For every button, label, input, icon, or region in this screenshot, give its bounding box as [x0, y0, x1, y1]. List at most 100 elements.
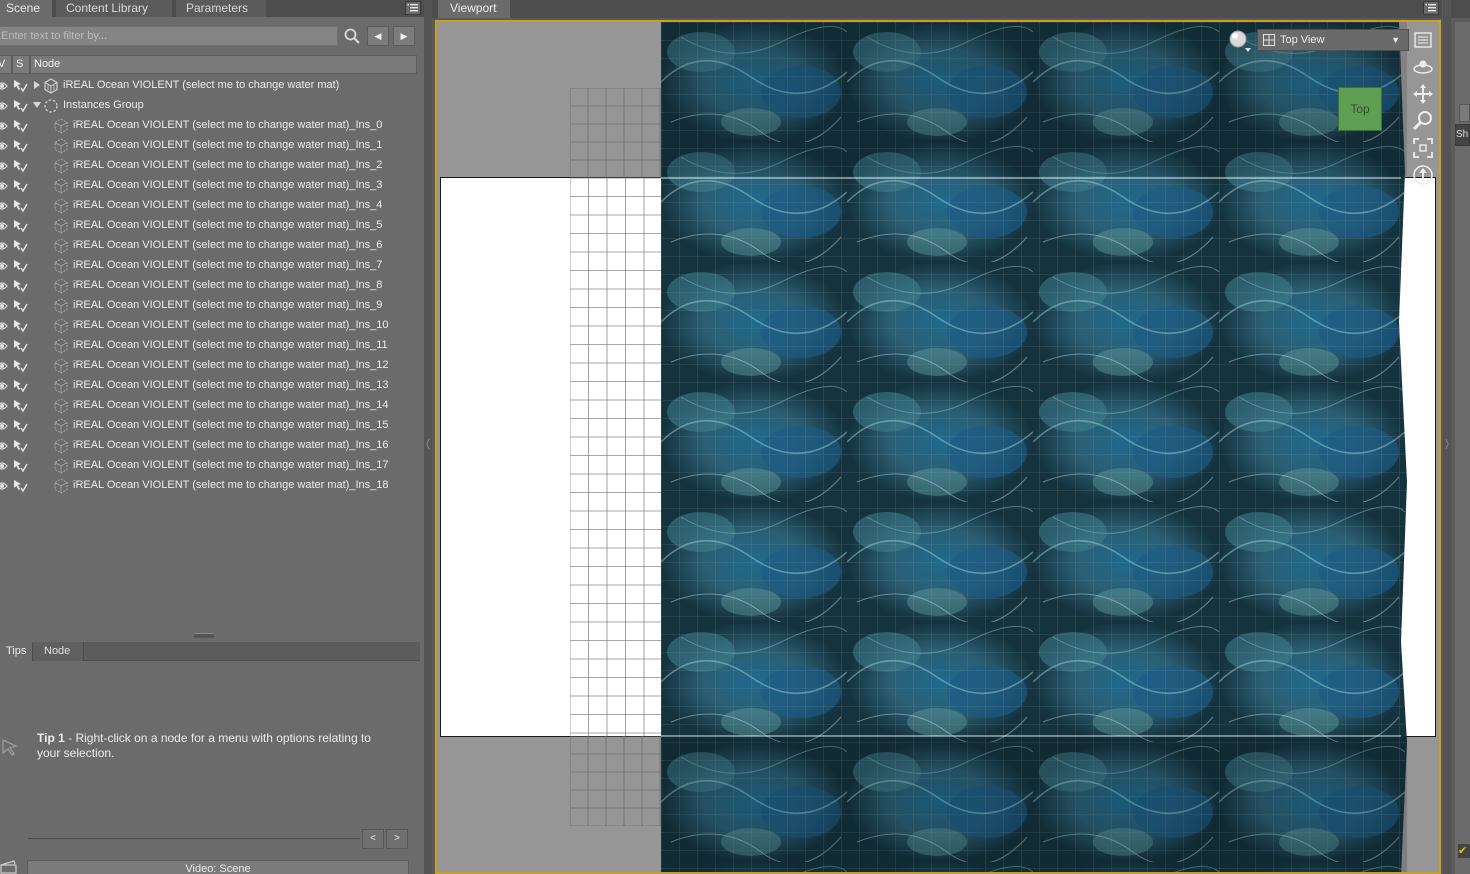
prev-tip-button[interactable]: < — [362, 829, 384, 849]
selectable-pointer-icon[interactable] — [12, 419, 28, 433]
tree-row[interactable]: iREAL Ocean VIOLENT (select me to change… — [0, 396, 420, 416]
visibility-eye-icon[interactable] — [0, 280, 8, 292]
viewport-canvas[interactable]: Top View ▼ Top — [435, 20, 1441, 874]
tree-row[interactable]: iREAL Ocean VIOLENT (select me to change… — [0, 256, 420, 276]
filter-input[interactable] — [0, 26, 338, 46]
splitter-handle[interactable] — [194, 633, 214, 638]
tree-row[interactable]: iREAL Ocean VIOLENT (select me to change… — [0, 416, 420, 436]
selectable-pointer-icon[interactable] — [12, 459, 28, 473]
selectable-pointer-icon[interactable] — [12, 299, 28, 313]
tab-scene[interactable]: Scene — [0, 0, 52, 17]
selectable-pointer-icon[interactable] — [12, 179, 28, 193]
visibility-eye-icon[interactable] — [0, 420, 8, 432]
visibility-eye-icon[interactable] — [0, 200, 8, 212]
orbit-icon[interactable] — [1411, 55, 1435, 79]
visibility-eye-icon[interactable] — [0, 180, 8, 192]
tree-row[interactable]: iREAL Ocean VIOLENT (select me to change… — [0, 296, 420, 316]
visibility-eye-icon[interactable] — [0, 340, 8, 352]
view-mode-dropdown[interactable]: Top View ▼ — [1257, 29, 1409, 51]
visibility-eye-icon[interactable] — [0, 440, 8, 452]
right-pane-show-button[interactable]: Sh — [1455, 124, 1470, 146]
visibility-eye-icon[interactable] — [0, 360, 8, 372]
tab-viewport[interactable]: Viewport — [438, 0, 511, 18]
visibility-eye-icon[interactable] — [0, 320, 8, 332]
pan-icon[interactable] — [1411, 82, 1435, 106]
tree-row[interactable]: iREAL Ocean VIOLENT (select me to change… — [0, 316, 420, 336]
visibility-eye-icon[interactable] — [0, 120, 8, 132]
search-icon[interactable] — [343, 27, 361, 45]
expanded-arrow-icon[interactable] — [33, 101, 41, 109]
selectable-pointer-icon[interactable] — [12, 319, 28, 333]
tree-row[interactable]: iREAL Ocean VIOLENT (select me to change… — [0, 276, 420, 296]
video-scene-bar[interactable]: Video: Scene — [27, 860, 409, 874]
visibility-eye-icon[interactable] — [0, 460, 8, 472]
viewport-options-icon[interactable] — [1411, 28, 1435, 52]
next-tip-button[interactable]: > — [386, 829, 408, 849]
selectable-pointer-icon[interactable] — [12, 219, 28, 233]
tree-row[interactable]: iREAL Ocean VIOLENT (select me to change… — [0, 376, 420, 396]
navigation-cube[interactable]: Top — [1338, 87, 1382, 131]
collapse-right-icon[interactable] — [1445, 437, 1449, 451]
back-button[interactable]: ◀ — [367, 26, 389, 46]
tab-tips[interactable]: Tips — [0, 642, 33, 661]
frame-selection-icon[interactable] — [1411, 136, 1435, 160]
selectable-pointer-icon[interactable] — [12, 279, 28, 293]
tree-row[interactable]: iREAL Ocean VIOLENT (select me to change… — [0, 456, 420, 476]
collapse-left-icon[interactable] — [426, 437, 430, 451]
selectable-pointer-icon[interactable] — [12, 159, 28, 173]
selectable-pointer-icon[interactable] — [12, 199, 28, 213]
selectable-pointer-icon[interactable] — [12, 479, 28, 493]
tree-row[interactable]: iREAL Ocean VIOLENT (select me to change… — [0, 336, 420, 356]
tree-row[interactable]: iREAL Ocean VIOLENT (select me to change… — [0, 356, 420, 376]
draw-style-sphere-icon[interactable] — [1227, 28, 1253, 54]
tree-row[interactable]: iREAL Ocean VIOLENT (select me to change… — [0, 136, 420, 156]
selectable-pointer-icon[interactable] — [12, 379, 28, 393]
tab-node[interactable]: Node — [34, 642, 84, 661]
visibility-eye-icon[interactable] — [0, 260, 8, 272]
clapper-icon[interactable] — [0, 860, 18, 874]
collapsed-arrow-icon[interactable] — [33, 81, 41, 89]
selectable-pointer-icon[interactable] — [12, 439, 28, 453]
tree-row[interactable]: iREAL Ocean VIOLENT (select me to change… — [0, 196, 420, 216]
tree-row[interactable]: iREAL Ocean VIOLENT (select me to change… — [0, 156, 420, 176]
right-pane-button[interactable] — [1459, 104, 1470, 122]
selectable-pointer-icon[interactable] — [12, 399, 28, 413]
visibility-eye-icon[interactable] — [0, 380, 8, 392]
pane-menu-icon[interactable] — [405, 1, 421, 15]
right-pane-divider[interactable] — [1443, 0, 1451, 874]
viewport-menu-icon[interactable] — [1423, 1, 1439, 15]
visibility-eye-icon[interactable] — [0, 240, 8, 252]
selectable-pointer-icon[interactable] — [12, 339, 28, 353]
zoom-icon[interactable] — [1411, 109, 1435, 133]
left-pane-divider[interactable] — [424, 0, 432, 874]
tree-row[interactable]: iREAL Ocean VIOLENT (select me to change… — [0, 76, 420, 96]
tree-row[interactable]: iREAL Ocean VIOLENT (select me to change… — [0, 476, 420, 496]
column-selectable[interactable]: S — [12, 55, 30, 74]
selectable-pointer-icon[interactable] — [12, 119, 28, 133]
tree-row[interactable]: iREAL Ocean VIOLENT (select me to change… — [0, 176, 420, 196]
visibility-eye-icon[interactable] — [0, 160, 8, 172]
tab-parameters[interactable]: Parameters — [176, 0, 266, 17]
selectable-pointer-icon[interactable] — [12, 139, 28, 153]
right-pane-checkbox[interactable]: ✔ — [1458, 844, 1470, 858]
selectable-pointer-icon[interactable] — [12, 239, 28, 253]
selectable-pointer-icon[interactable] — [12, 359, 28, 373]
reset-view-icon[interactable] — [1411, 163, 1435, 187]
visibility-eye-icon[interactable] — [0, 80, 8, 92]
selectable-pointer-icon[interactable] — [12, 259, 28, 273]
tree-row[interactable]: Instances Group — [0, 96, 420, 116]
visibility-eye-icon[interactable] — [0, 100, 8, 112]
visibility-eye-icon[interactable] — [0, 480, 8, 492]
column-visibility[interactable]: V — [0, 55, 12, 74]
selectable-pointer-icon[interactable] — [12, 99, 28, 113]
forward-button[interactable]: ▶ — [393, 26, 415, 46]
tree-row[interactable]: iREAL Ocean VIOLENT (select me to change… — [0, 116, 420, 136]
column-node[interactable]: Node — [30, 55, 417, 74]
tree-row[interactable]: iREAL Ocean VIOLENT (select me to change… — [0, 236, 420, 256]
tree-row[interactable]: iREAL Ocean VIOLENT (select me to change… — [0, 216, 420, 236]
visibility-eye-icon[interactable] — [0, 140, 8, 152]
selectable-pointer-icon[interactable] — [12, 79, 28, 93]
visibility-eye-icon[interactable] — [0, 300, 8, 312]
tree-row[interactable]: iREAL Ocean VIOLENT (select me to change… — [0, 436, 420, 456]
tab-content-library[interactable]: Content Library — [56, 0, 172, 17]
